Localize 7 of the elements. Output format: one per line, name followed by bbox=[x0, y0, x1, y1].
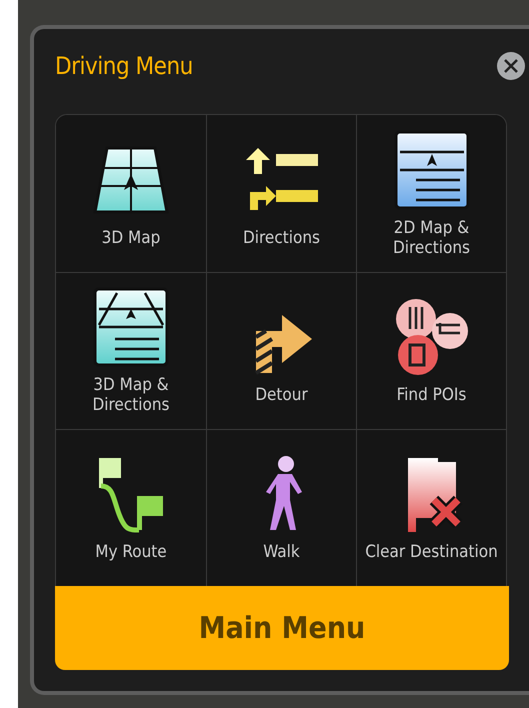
dialog-title: Driving Menu bbox=[55, 52, 193, 80]
menu-tile[interactable]: Detour bbox=[206, 272, 356, 429]
main-menu-button[interactable]: Main Menu bbox=[55, 586, 509, 670]
menu-tile[interactable]: Walk bbox=[206, 429, 356, 586]
menu-tile[interactable]: Find POIs bbox=[356, 272, 506, 429]
menu-tile[interactable]: Clear Destination bbox=[356, 429, 506, 586]
menu-tile[interactable]: 2D Map & Directions bbox=[356, 115, 506, 272]
